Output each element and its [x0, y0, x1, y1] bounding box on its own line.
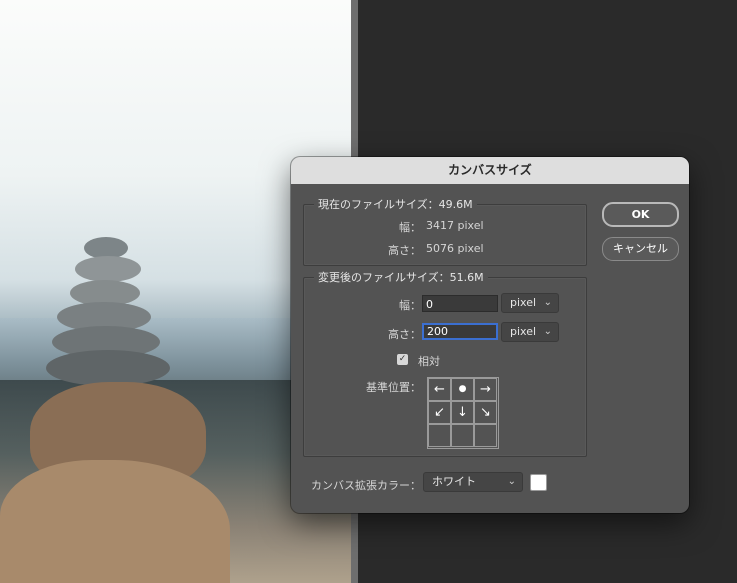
new-size-legend: 変更後のファイルサイズ：51.6M: [314, 269, 488, 285]
stone-2: [75, 256, 141, 282]
stone-6: [46, 350, 170, 386]
width-input[interactable]: 0: [422, 295, 498, 312]
anchor-label: 基準位置：: [366, 381, 421, 394]
anchor-cell-middle-left[interactable]: ↙: [428, 401, 451, 424]
chevron-down-icon: ⌄: [543, 326, 552, 337]
current-width-label: 幅：: [399, 221, 421, 234]
current-height-value: 5076 pixel: [426, 242, 484, 255]
cancel-button[interactable]: キャンセル: [602, 237, 679, 261]
anchor-cell-bottom-center[interactable]: [451, 424, 474, 447]
chevron-down-icon: ⌄: [507, 476, 516, 487]
width-unit-select[interactable]: pixel ⌄: [501, 293, 559, 313]
width-unit-value: pixel: [510, 296, 537, 309]
new-width-label: 幅：: [399, 299, 421, 312]
anchor-cell-bottom-right[interactable]: [474, 424, 497, 447]
extension-color-swatch[interactable]: [530, 474, 547, 491]
current-width-value: 3417 pixel: [426, 219, 484, 232]
anchor-cell-bottom-left[interactable]: [428, 424, 451, 447]
extension-color-value: ホワイト: [432, 475, 476, 488]
relative-label: 相対: [418, 355, 440, 368]
anchor-cell-top-right[interactable]: →: [474, 378, 497, 401]
height-input[interactable]: 200: [422, 323, 498, 340]
current-height-label: 高さ：: [388, 244, 421, 257]
canvas-size-dialog: カンバスサイズ 現在のファイルサイズ：49.6M 幅： 3417 pixel 高…: [291, 157, 689, 513]
chevron-down-icon: ⌄: [543, 297, 552, 308]
new-height-label: 高さ：: [388, 328, 421, 341]
extension-color-select[interactable]: ホワイト ⌄: [423, 472, 523, 492]
extension-color-label: カンバス拡張カラー：: [311, 479, 421, 492]
height-unit-select[interactable]: pixel ⌄: [501, 322, 559, 342]
anchor-cell-top-left[interactable]: ←: [428, 378, 451, 401]
anchor-cell-middle-right[interactable]: ↘: [474, 401, 497, 424]
current-size-group: 現在のファイルサイズ：49.6M: [303, 196, 587, 266]
anchor-grid: ← ● → ↙ ↓ ↘: [427, 377, 499, 449]
anchor-cell-top-center[interactable]: ●: [451, 378, 474, 401]
anchor-cell-middle-center[interactable]: ↓: [451, 401, 474, 424]
relative-checkbox[interactable]: ✓: [397, 354, 408, 365]
ok-button[interactable]: OK: [602, 202, 679, 227]
current-size-legend: 現在のファイルサイズ：49.6M: [314, 196, 477, 212]
height-unit-value: pixel: [510, 325, 537, 338]
dialog-title: カンバスサイズ: [291, 157, 689, 184]
